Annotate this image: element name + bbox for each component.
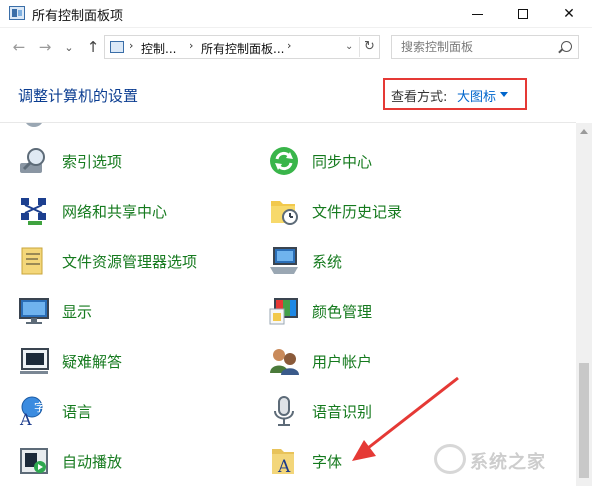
page-title: 调整计算机的设置 bbox=[18, 87, 139, 105]
vertical-scrollbar[interactable] bbox=[576, 123, 592, 486]
display-icon bbox=[19, 298, 49, 324]
item-label[interactable]: 语言 bbox=[62, 401, 92, 422]
address-bar[interactable]: › 控制... › 所有控制面板... › ⌄ ↻ bbox=[104, 35, 380, 59]
item-label[interactable]: 语音识别 bbox=[312, 401, 372, 422]
page-header: 调整计算机的设置 查看方式: 大图标 bbox=[0, 66, 592, 122]
recent-locations-button[interactable]: ⌄ bbox=[60, 41, 78, 54]
sync-center-icon bbox=[270, 147, 298, 175]
navigation-bar: ← → ⌄ ↑ › 控制... › 所有控制面板... › ⌄ ↻ bbox=[0, 28, 592, 66]
item-label[interactable]: 颜色管理 bbox=[312, 301, 372, 322]
search-icon[interactable] bbox=[561, 41, 572, 52]
window-title: 所有控制面板项 bbox=[32, 9, 124, 24]
item-label[interactable]: 网络和共享中心 bbox=[62, 201, 167, 222]
view-by-highlight: 查看方式: 大图标 bbox=[383, 78, 527, 110]
user-accounts-icon bbox=[270, 349, 299, 375]
view-by-dropdown[interactable]: 大图标 bbox=[457, 86, 496, 105]
search-box[interactable] bbox=[391, 35, 579, 59]
items-panel: 索引选项 网络和共享中心 文件资源管理器选项 显示 疑难解答 A 字 语言 自动… bbox=[0, 123, 576, 486]
item-label[interactable]: 字体 bbox=[312, 451, 342, 472]
file-history-icon bbox=[271, 201, 298, 225]
item-language[interactable]: A 字 语言 bbox=[18, 391, 268, 431]
svg-text:A: A bbox=[277, 457, 291, 477]
item-speech-recognition[interactable]: 语音识别 bbox=[268, 391, 518, 431]
item-color-management[interactable]: 颜色管理 bbox=[268, 291, 518, 331]
breadcrumb-separator[interactable]: › bbox=[189, 39, 193, 52]
watermark-text: 系统之家 bbox=[470, 452, 546, 473]
breadcrumb-all-items[interactable]: 所有控制面板... bbox=[201, 40, 284, 57]
item-system[interactable]: 系统 bbox=[268, 241, 518, 281]
language-icon: A 字 bbox=[19, 396, 45, 427]
close-icon: ✕ bbox=[563, 6, 575, 22]
item-label[interactable]: 文件历史记录 bbox=[312, 201, 402, 222]
fonts-icon: A bbox=[272, 449, 294, 477]
item-user-accounts[interactable]: 用户帐户 bbox=[268, 341, 518, 381]
minimize-icon bbox=[471, 13, 483, 15]
autoplay-icon bbox=[20, 448, 48, 474]
maximize-icon bbox=[518, 9, 528, 19]
item-label[interactable]: 自动播放 bbox=[62, 451, 122, 472]
svg-text:字: 字 bbox=[34, 400, 45, 414]
forward-button[interactable]: → bbox=[36, 38, 54, 56]
back-button[interactable]: ← bbox=[10, 38, 28, 56]
view-by-label: 查看方式: bbox=[391, 90, 448, 105]
breadcrumb-separator[interactable]: › bbox=[287, 39, 291, 52]
refresh-button[interactable]: ↻ bbox=[359, 37, 379, 57]
up-button[interactable]: ↑ bbox=[84, 38, 102, 56]
item-label[interactable]: 疑难解答 bbox=[62, 351, 122, 372]
maximize-button[interactable] bbox=[500, 0, 546, 28]
item-label[interactable]: 用户帐户 bbox=[312, 351, 372, 372]
speech-recognition-icon bbox=[274, 396, 294, 426]
control-panel-icon bbox=[9, 6, 25, 20]
item-label[interactable]: 文件资源管理器选项 bbox=[62, 251, 197, 272]
item-autoplay[interactable]: 自动播放 bbox=[18, 441, 268, 481]
control-panel-icon bbox=[110, 41, 124, 53]
item-index-options[interactable]: 索引选项 bbox=[18, 141, 268, 181]
color-management-icon bbox=[269, 298, 298, 325]
item-label[interactable]: 索引选项 bbox=[62, 151, 122, 172]
file-explorer-options-icon bbox=[21, 247, 43, 275]
watermark: 系统之家 bbox=[430, 440, 580, 480]
chevron-down-icon[interactable] bbox=[500, 92, 508, 97]
index-options-icon bbox=[20, 148, 45, 173]
network-sharing-icon bbox=[21, 198, 46, 225]
scroll-up-icon[interactable] bbox=[580, 129, 588, 134]
partial-item-icon bbox=[24, 123, 44, 127]
minimize-button[interactable] bbox=[454, 0, 500, 28]
item-network-sharing[interactable]: 网络和共享中心 bbox=[18, 191, 268, 231]
search-input[interactable] bbox=[392, 36, 552, 58]
title-bar: 所有控制面板项 ✕ bbox=[0, 0, 592, 28]
item-label[interactable]: 显示 bbox=[62, 301, 92, 322]
item-file-history[interactable]: 文件历史记录 bbox=[268, 191, 518, 231]
item-label[interactable]: 系统 bbox=[312, 251, 342, 272]
system-icon bbox=[270, 247, 298, 274]
breadcrumb-separator[interactable]: › bbox=[129, 39, 133, 52]
item-sync-center[interactable]: 同步中心 bbox=[268, 141, 518, 181]
troubleshooting-icon bbox=[20, 348, 49, 374]
scroll-thumb[interactable] bbox=[579, 363, 589, 478]
item-file-explorer-options[interactable]: 文件资源管理器选项 bbox=[18, 241, 268, 281]
close-button[interactable]: ✕ bbox=[546, 0, 592, 28]
item-troubleshooting[interactable]: 疑难解答 bbox=[18, 341, 268, 381]
item-display[interactable]: 显示 bbox=[18, 291, 268, 331]
svg-text:A: A bbox=[19, 410, 32, 427]
watermark-logo-icon bbox=[434, 444, 466, 474]
breadcrumb-control-panel[interactable]: 控制... bbox=[141, 40, 176, 57]
address-dropdown-icon[interactable]: ⌄ bbox=[345, 41, 353, 52]
item-label[interactable]: 同步中心 bbox=[312, 151, 372, 172]
